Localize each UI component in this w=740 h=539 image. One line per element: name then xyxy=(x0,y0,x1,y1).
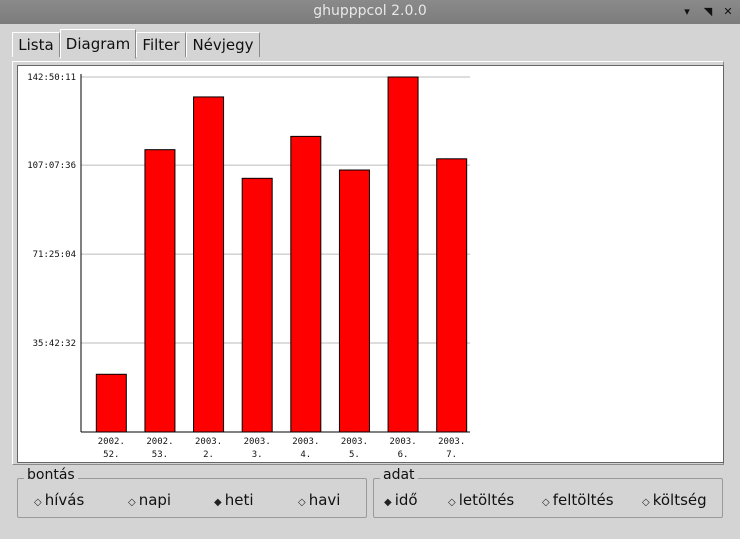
radio-heti-icon: ◆ xyxy=(214,497,222,508)
tab-lista[interactable]: Lista xyxy=(12,32,60,57)
adat-group: adat ◆ idő ◇ letöltés ◇ feltöltés ◇ költség xyxy=(373,467,723,518)
radio-koltseg-icon: ◇ xyxy=(642,497,650,508)
y-tick-label: 107:07:36 xyxy=(27,161,76,171)
bar-chart: 35:42:32 71:25:04 107:07:36 142:50:11 2002. 5… xyxy=(27,73,470,460)
x-tick-label: 3. xyxy=(252,450,263,460)
radio-ido-label: idő xyxy=(394,491,418,509)
adat-label: adat xyxy=(380,467,418,483)
bar xyxy=(290,135,322,433)
x-tick-label: 53. xyxy=(152,450,168,460)
x-tick-label: 52. xyxy=(103,450,119,460)
y-tick-label: 71:25:04 xyxy=(33,250,76,260)
radio-ido[interactable]: ◆ idő xyxy=(384,491,418,509)
bar xyxy=(144,149,176,433)
maximize-icon[interactable]: ◥ xyxy=(699,3,717,21)
radio-napi[interactable]: ◇ napi xyxy=(128,491,171,509)
bar xyxy=(387,76,419,433)
tab-diagram[interactable]: Diagram xyxy=(60,29,136,59)
x-tick-label: 2003. xyxy=(292,437,319,447)
minimize-icon[interactable]: ▾ xyxy=(678,3,696,21)
bontas-group: bontás ◇ hívás ◇ napi ◆ heti ◇ havi xyxy=(17,467,367,518)
close-icon[interactable]: ✕ xyxy=(719,3,737,21)
y-tick-label: 35:42:32 xyxy=(33,339,76,349)
radio-hivas[interactable]: ◇ hívás xyxy=(34,491,84,509)
radio-feltoltes[interactable]: ◇ feltöltés xyxy=(542,491,614,509)
x-tick-label: 2. xyxy=(203,450,214,460)
x-tick-label: 2003. xyxy=(438,437,465,447)
tab-filter[interactable]: Filter xyxy=(136,32,186,57)
radio-koltseg[interactable]: ◇ költség xyxy=(642,491,707,509)
x-tick-label: 2002. xyxy=(146,437,173,447)
radio-heti-label: heti xyxy=(224,491,254,509)
x-tick-label: 2003. xyxy=(195,437,222,447)
x-tick-label: 5. xyxy=(349,450,360,460)
x-tick-label: 2003. xyxy=(390,437,417,447)
radio-letoltes[interactable]: ◇ letöltés xyxy=(448,491,514,509)
radio-napi-label: napi xyxy=(138,491,172,509)
radio-koltseg-label: költség xyxy=(652,491,707,509)
x-tick-label: 2003. xyxy=(244,437,271,447)
bontas-label: bontás xyxy=(24,467,78,483)
radio-havi-icon: ◇ xyxy=(298,497,306,508)
x-tick-label: 4. xyxy=(300,450,311,460)
radio-letoltes-icon: ◇ xyxy=(448,497,456,508)
radio-havi[interactable]: ◇ havi xyxy=(298,491,340,509)
radio-hivas-icon: ◇ xyxy=(34,497,42,508)
bar xyxy=(241,177,273,433)
x-tick-label: 7. xyxy=(446,450,457,460)
x-tick-label: 6. xyxy=(398,450,409,460)
x-tick-label: 2002. xyxy=(98,437,125,447)
x-tick-label: 2003. xyxy=(341,437,368,447)
radio-hivas-label: hívás xyxy=(44,491,85,509)
chart-area: 35:42:32 71:25:04 107:07:36 142:50:11 2002. 5… xyxy=(17,65,724,463)
tab-nevjegy[interactable]: Névjegy xyxy=(186,32,260,57)
title-bar: ghupppcol 2.0.0 ▾ ◥ ✕ xyxy=(0,0,740,24)
bar xyxy=(436,158,468,433)
bar xyxy=(95,373,127,433)
radio-feltoltes-label: feltöltés xyxy=(552,491,614,509)
radio-feltoltes-icon: ◇ xyxy=(542,497,550,508)
bar xyxy=(193,96,225,433)
window-title: ghupppcol 2.0.0 xyxy=(313,3,427,19)
radio-havi-label: havi xyxy=(308,491,341,509)
y-tick-label: 142:50:11 xyxy=(27,73,76,83)
bar xyxy=(338,169,370,433)
radio-heti[interactable]: ◆ heti xyxy=(214,491,254,509)
radio-letoltes-label: letöltés xyxy=(458,491,515,509)
radio-napi-icon: ◇ xyxy=(128,497,136,508)
radio-ido-icon: ◆ xyxy=(384,497,392,508)
